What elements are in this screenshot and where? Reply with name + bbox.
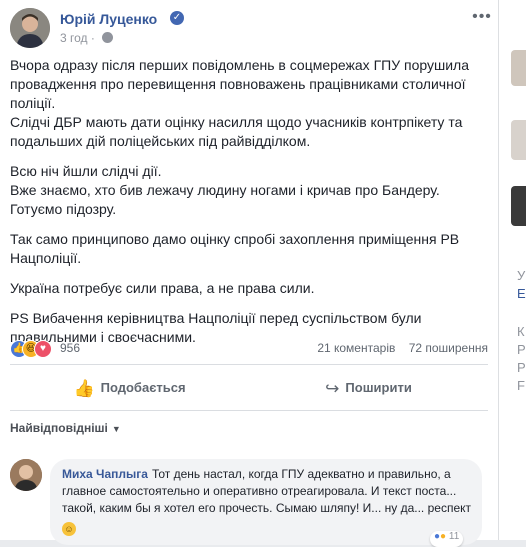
love-reaction-icon: ♥ [34, 340, 52, 358]
right-sidebar: У Е К Р Р F [499, 0, 526, 540]
post-header: Юрій Луценко ✓ 3 год · ••• [10, 8, 492, 48]
comment-filter-dropdown[interactable]: Найвідповідніші ▼ [10, 421, 121, 435]
divider [10, 410, 488, 411]
engagement-counts: 21 коментарів 72 поширення [307, 341, 488, 355]
comment-bubble: Миха Чаплыга Тот день настал, когда ГПУ а… [50, 459, 482, 545]
thumbs-up-icon: 👍 [73, 379, 95, 398]
post-paragraph: Так само принципово дамо оцінку спробі з… [10, 231, 460, 266]
post-stats: 👍 😆 ♥ 956 21 коментарів 72 поширення [10, 338, 488, 360]
sidebar-letter: F [517, 378, 525, 393]
author-name[interactable]: Юрій Луценко [60, 11, 157, 27]
post-meta: 3 год · [60, 31, 114, 45]
comment-reaction-count: 11 [448, 531, 460, 542]
post-paragraph: Вчора одразу після перших повідомлень в … [10, 57, 470, 149]
sidebar-letter: Р [517, 342, 526, 357]
verified-badge-icon: ✓ [170, 11, 184, 25]
like-button[interactable]: 👍 Подобається [10, 368, 249, 408]
globe-icon [102, 32, 114, 43]
share-label: Поширити [345, 380, 412, 395]
like-label: Подобається [100, 380, 186, 395]
sidebar-letter: У [517, 268, 526, 283]
reaction-count[interactable]: 956 [60, 341, 80, 355]
smile-emoji-icon: ☺ [62, 522, 76, 536]
sidebar-thumbnail[interactable] [511, 120, 526, 160]
post-card: Юрій Луценко ✓ 3 год · ••• Вчора одразу … [0, 0, 499, 547]
post-paragraph: Україна потребує сили права, а не права … [10, 280, 315, 296]
share-arrow-icon: ↪ [325, 379, 340, 398]
post-text: Вчора одразу після перших повідомлень в … [10, 56, 490, 358]
sidebar-thumbnail[interactable] [511, 50, 526, 86]
shares-count[interactable]: 72 поширення [409, 341, 488, 355]
commenter-avatar[interactable] [10, 459, 42, 491]
share-button[interactable]: ↪ Поширити [249, 368, 488, 408]
comment-filter-label: Найвідповідніші [10, 421, 108, 435]
author-avatar[interactable] [10, 8, 50, 48]
comment-reactions[interactable]: ●● 11 [430, 531, 464, 547]
divider [10, 364, 488, 365]
sidebar-letter[interactable]: Е [517, 286, 526, 301]
sidebar-letter: К [517, 324, 525, 339]
commenter-name[interactable]: Миха Чаплыга [62, 467, 148, 481]
post-paragraph: Всю ніч йшли слідчі дії. Вже знаємо, хто… [10, 163, 440, 217]
more-options-icon[interactable]: ••• [472, 8, 492, 28]
comments-count[interactable]: 21 коментарів [317, 341, 395, 355]
caret-down-icon: ▼ [111, 424, 121, 434]
post-actions: 👍 Подобається ↪ Поширити [10, 368, 488, 408]
post-time[interactable]: 3 год [60, 31, 88, 45]
sidebar-thumbnail[interactable] [511, 186, 526, 226]
comment-haha-icon: ● [440, 531, 447, 542]
sidebar-letter: Р [517, 360, 526, 375]
